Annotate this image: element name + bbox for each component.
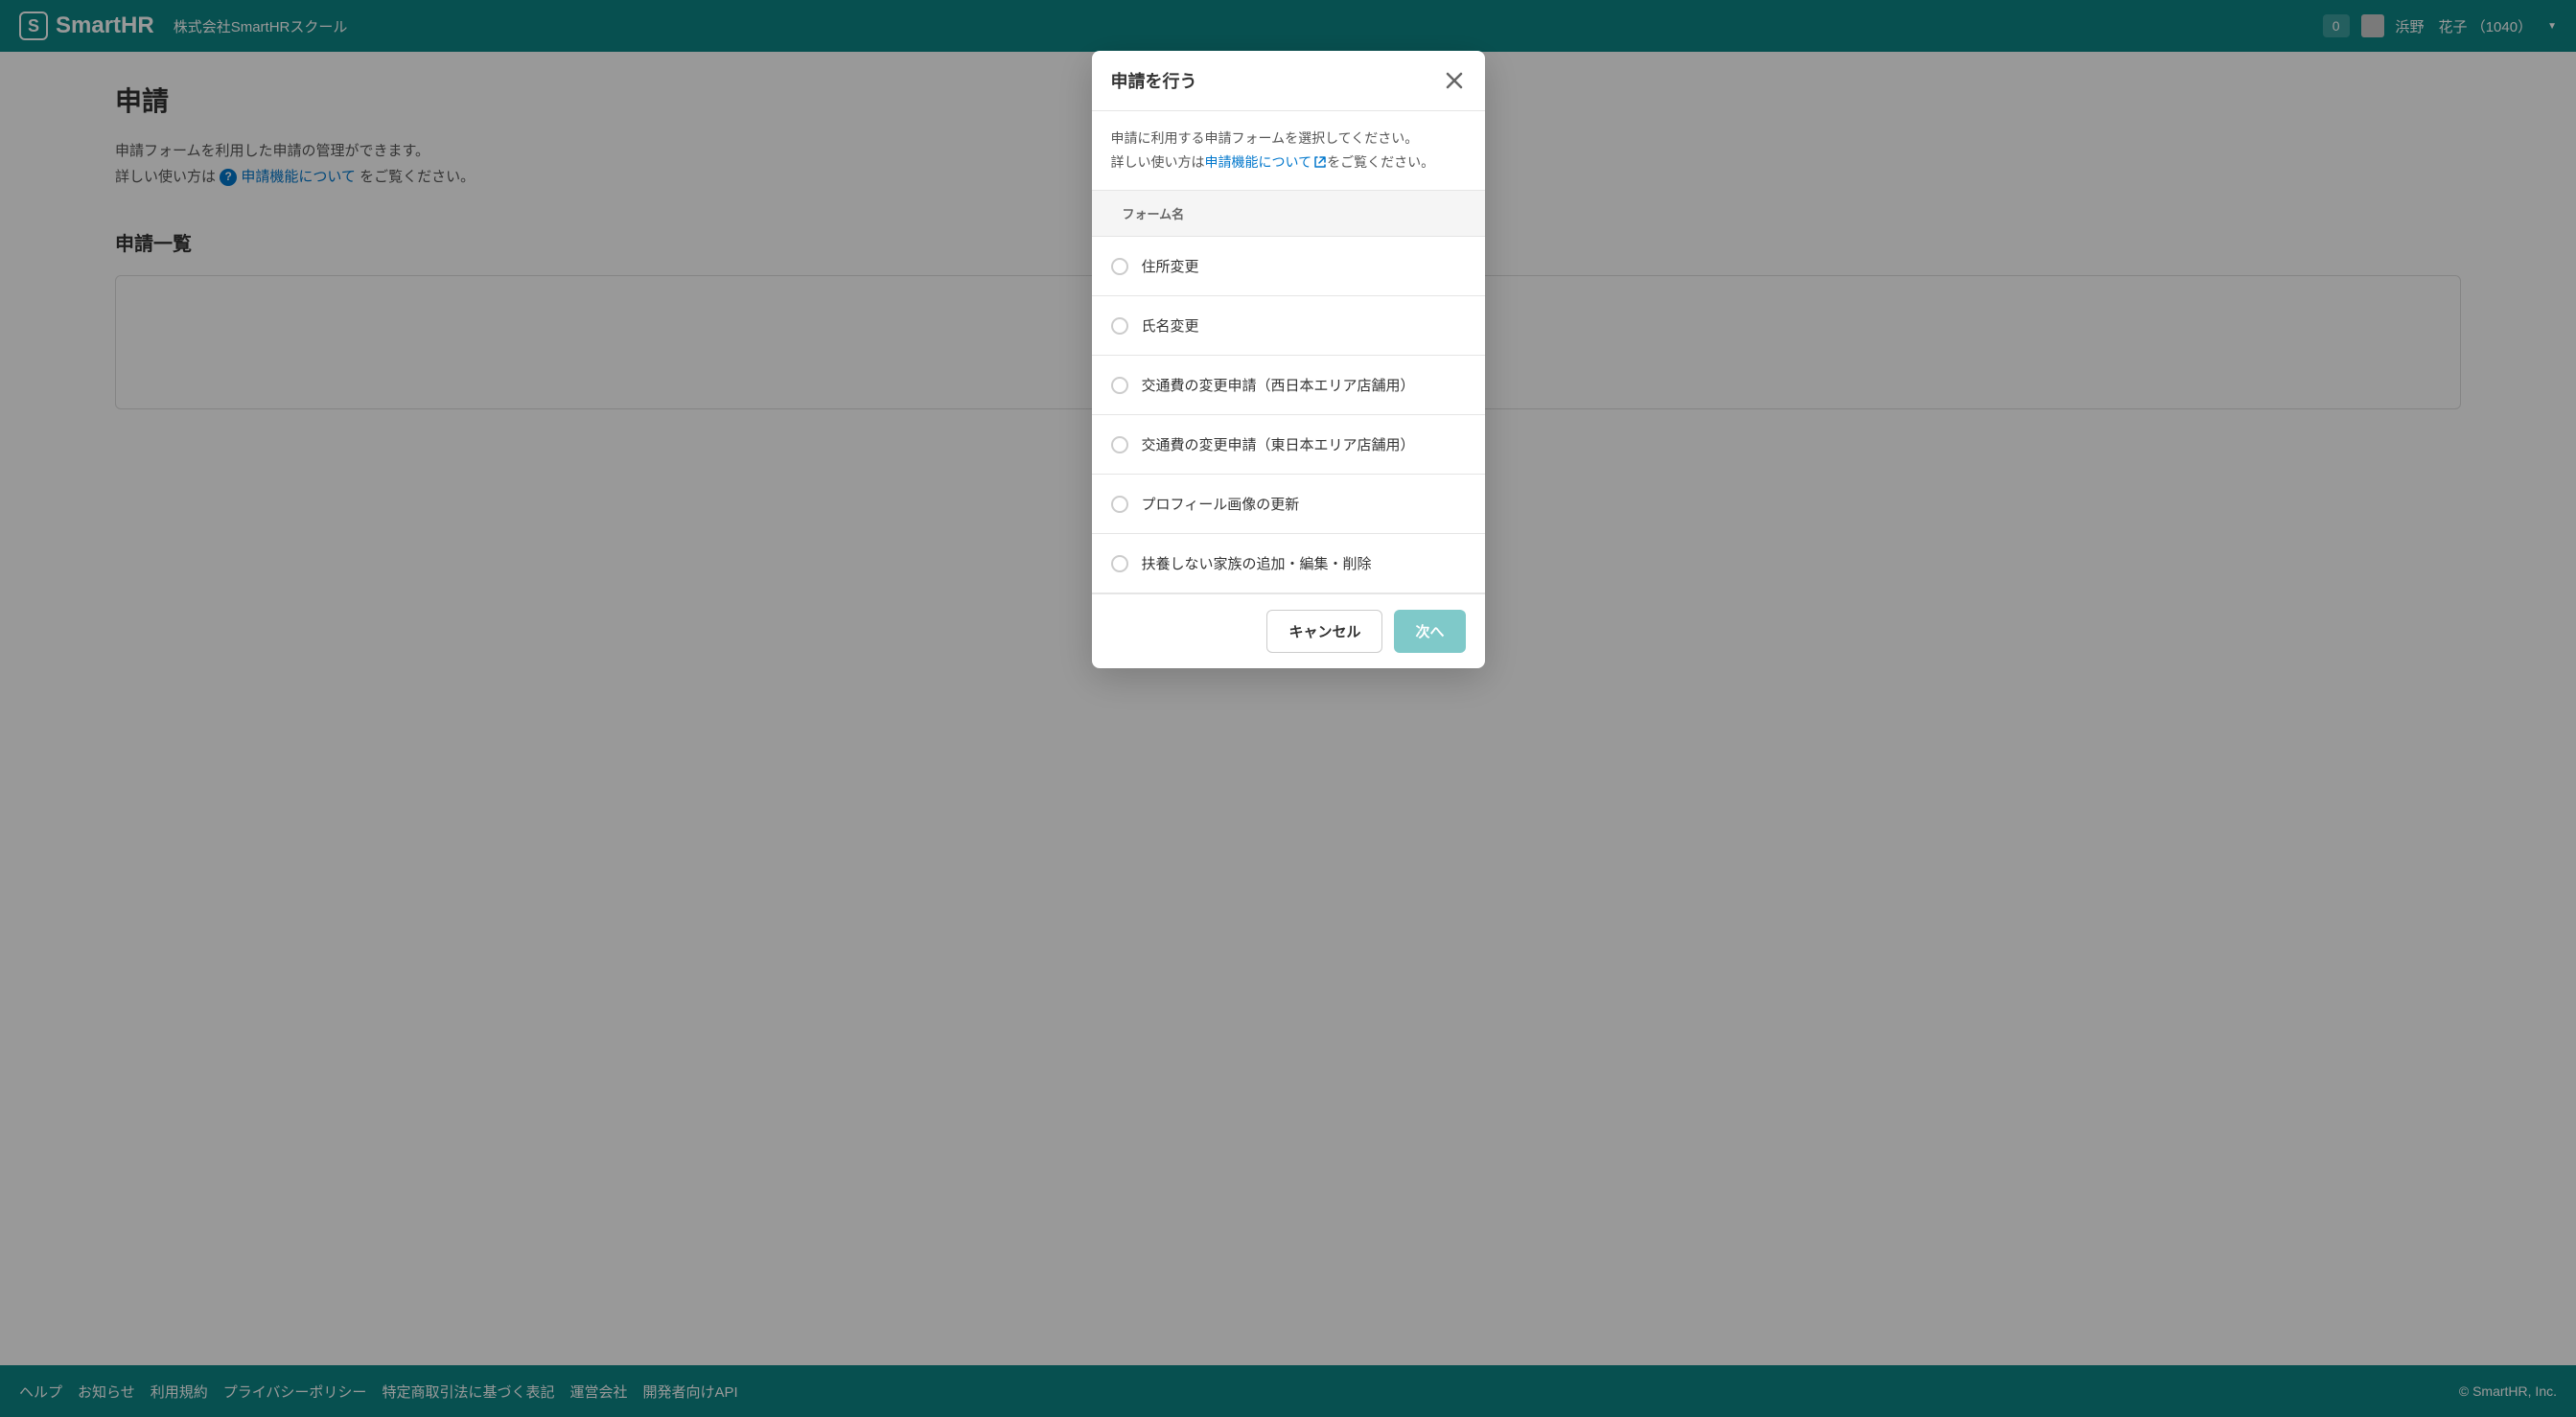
radio-input[interactable] xyxy=(1111,317,1128,335)
radio-input[interactable] xyxy=(1111,555,1128,572)
form-item[interactable]: プロフィール画像の更新 xyxy=(1092,475,1485,534)
form-list: 住所変更 氏名変更 交通費の変更申請（西日本エリア店舗用） 交通費の変更申請（東… xyxy=(1092,237,1485,593)
modal-description: 申請に利用する申請フォームを選択してください。 詳しい使い方は申請機能についてを… xyxy=(1092,111,1485,190)
form-item[interactable]: 扶養しない家族の追加・編集・削除 xyxy=(1092,534,1485,593)
external-link-icon xyxy=(1313,151,1327,174)
form-item[interactable]: 氏名変更 xyxy=(1092,296,1485,356)
cancel-button[interactable]: キャンセル xyxy=(1266,610,1382,653)
form-name-label: 交通費の変更申請（西日本エリア店舗用） xyxy=(1142,375,1415,395)
form-name-label: 交通費の変更申請（東日本エリア店舗用） xyxy=(1142,434,1415,454)
next-button[interactable]: 次へ xyxy=(1394,610,1465,653)
form-name-label: プロフィール画像の更新 xyxy=(1142,494,1300,514)
form-name-label: 扶養しない家族の追加・編集・削除 xyxy=(1142,553,1372,573)
form-item[interactable]: 住所変更 xyxy=(1092,237,1485,296)
modal-header: 申請を行う xyxy=(1092,51,1485,111)
radio-input[interactable] xyxy=(1111,496,1128,513)
close-icon xyxy=(1446,72,1463,89)
form-name-label: 氏名変更 xyxy=(1142,315,1199,336)
form-item[interactable]: 交通費の変更申請（東日本エリア店舗用） xyxy=(1092,415,1485,475)
radio-input[interactable] xyxy=(1111,377,1128,394)
application-form-modal: 申請を行う 申請に利用する申請フォームを選択してください。 詳しい使い方は申請機… xyxy=(1092,51,1485,668)
close-button[interactable] xyxy=(1443,69,1466,92)
form-item[interactable]: 交通費の変更申請（西日本エリア店舗用） xyxy=(1092,356,1485,415)
modal-title: 申請を行う xyxy=(1111,68,1197,93)
modal-footer: キャンセル 次へ xyxy=(1092,593,1485,668)
column-header-form-name: フォーム名 xyxy=(1092,190,1485,237)
modal-help-link[interactable]: 申請機能について xyxy=(1205,154,1328,170)
form-name-label: 住所変更 xyxy=(1142,256,1199,276)
radio-input[interactable] xyxy=(1111,258,1128,275)
radio-input[interactable] xyxy=(1111,436,1128,453)
